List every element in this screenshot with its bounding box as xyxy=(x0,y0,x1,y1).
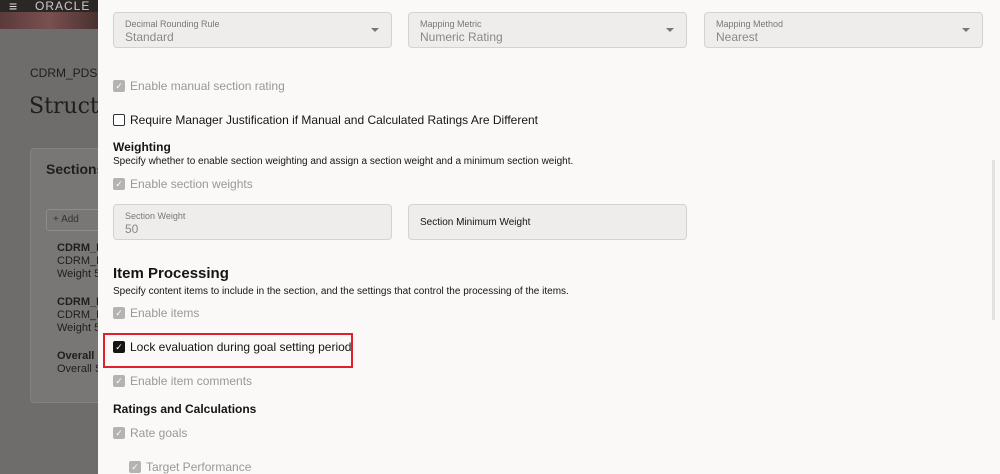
field-label: Mapping Metric xyxy=(420,19,482,29)
checkbox-label: Enable item comments xyxy=(130,374,253,388)
check-icon: ✓ xyxy=(113,80,125,92)
highlight-box xyxy=(103,333,353,368)
enable-item-comments-checkbox[interactable]: ✓ Enable item comments xyxy=(113,374,252,388)
check-icon: ✓ xyxy=(113,427,125,439)
app-header: ≡ ORACLE xyxy=(0,0,98,13)
section-minimum-weight-field[interactable]: Section Minimum Weight xyxy=(408,204,687,240)
field-label: Section Minimum Weight xyxy=(420,217,531,228)
field-value: Numeric Rating xyxy=(420,30,503,44)
checkbox-label: Rate goals xyxy=(130,426,188,440)
checkbox-label: Enable items xyxy=(130,306,200,320)
checkbox-label: Target Performance xyxy=(146,460,252,474)
checkbox-label: Enable manual section rating xyxy=(130,79,285,93)
rate-goals-checkbox[interactable]: ✓ Rate goals xyxy=(113,426,187,440)
chevron-down-icon xyxy=(371,28,379,32)
item-processing-description: Specify content items to include in the … xyxy=(113,286,569,297)
check-icon: ✓ xyxy=(113,178,125,190)
enable-items-checkbox[interactable]: ✓ Enable items xyxy=(113,306,199,320)
hamburger-icon[interactable]: ≡ xyxy=(9,0,17,13)
require-justification-checkbox[interactable]: Require Manager Justification if Manual … xyxy=(113,113,538,127)
section-weight-field[interactable]: Section Weight 50 xyxy=(113,204,392,240)
scrollbar[interactable] xyxy=(992,160,995,320)
header-banner xyxy=(0,12,98,29)
oracle-logo: ORACLE xyxy=(35,0,91,13)
enable-manual-rating-checkbox[interactable]: ✓ Enable manual section rating xyxy=(113,79,285,93)
checkbox-box xyxy=(113,114,125,126)
check-icon: ✓ xyxy=(113,307,125,319)
checkbox-label: Require Manager Justification if Manual … xyxy=(130,113,538,127)
weighting-heading: Weighting xyxy=(113,140,171,154)
mapping-metric-select[interactable]: Mapping Metric Numeric Rating xyxy=(408,12,687,48)
decimal-rounding-select[interactable]: Decimal Rounding Rule Standard xyxy=(113,12,392,48)
check-icon: ✓ xyxy=(113,375,125,387)
field-label: Section Weight xyxy=(125,211,186,221)
chevron-down-icon xyxy=(666,28,674,32)
field-label: Decimal Rounding Rule xyxy=(125,19,220,29)
target-performance-checkbox[interactable]: ✓ Target Performance xyxy=(129,460,251,474)
weighting-description: Specify whether to enable section weight… xyxy=(113,156,574,167)
chevron-down-icon xyxy=(962,28,970,32)
check-icon: ✓ xyxy=(129,461,141,473)
sections-title: Sections xyxy=(46,161,105,177)
field-value: Standard xyxy=(125,30,174,44)
enable-section-weights-checkbox[interactable]: ✓ Enable section weights xyxy=(113,177,253,191)
field-label: Mapping Method xyxy=(716,19,784,29)
mapping-method-select[interactable]: Mapping Method Nearest xyxy=(704,12,983,48)
item-processing-heading: Item Processing xyxy=(113,265,229,282)
section-drawer: Decimal Rounding Rule Standard Mapping Me… xyxy=(98,0,1000,474)
field-value: Nearest xyxy=(716,30,759,44)
checkbox-label: Enable section weights xyxy=(130,177,253,191)
field-value: 50 xyxy=(125,222,139,236)
ratings-heading: Ratings and Calculations xyxy=(113,402,257,416)
